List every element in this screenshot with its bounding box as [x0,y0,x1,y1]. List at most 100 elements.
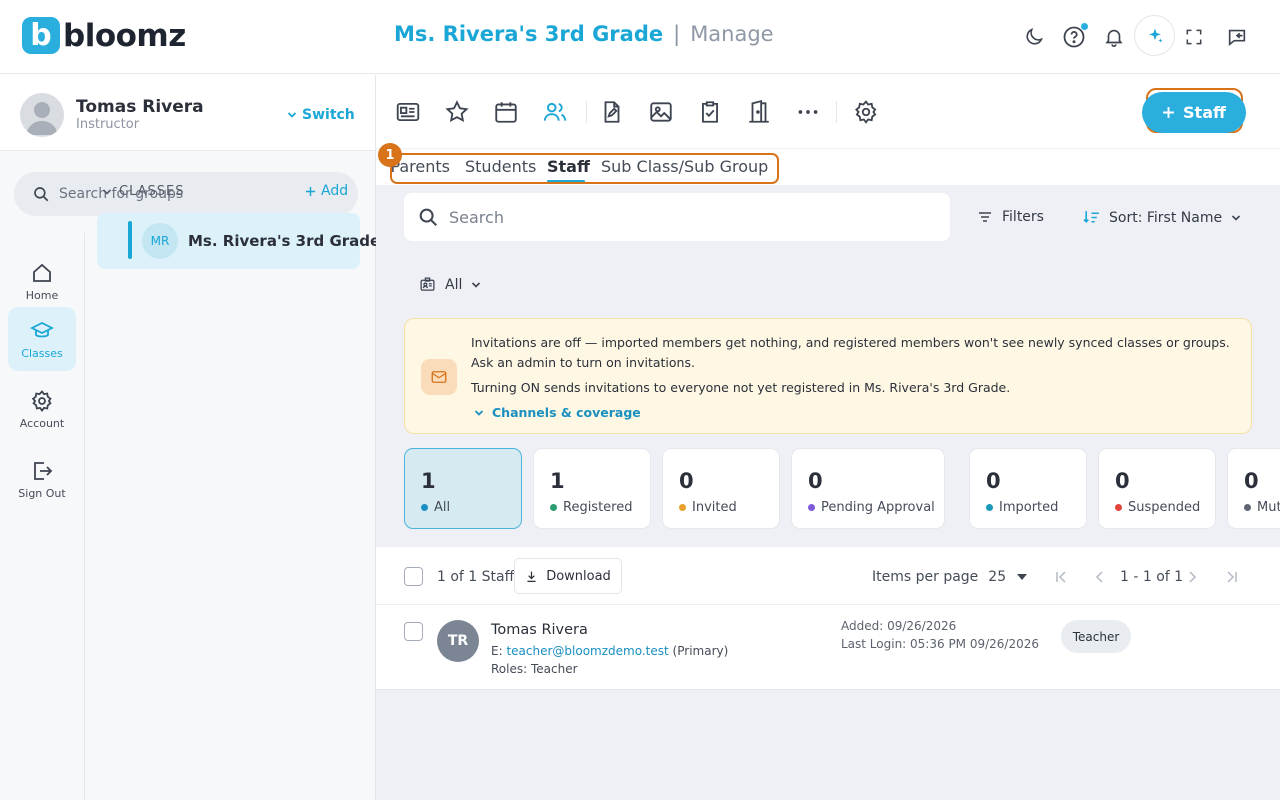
bell-icon[interactable] [1098,21,1130,53]
stat-card-suspended[interactable]: 0 Suspended [1098,448,1216,529]
stat-label-text: Pending Approval [821,500,935,515]
help-icon[interactable] [1058,21,1090,53]
next-page-icon[interactable] [1181,566,1203,588]
page-title-section: Manage [690,22,774,46]
member-name[interactable]: Tomas Rivera [491,622,588,638]
main-nav: Home Classes Account Sign Out [0,233,85,800]
switch-account-button[interactable]: Switch [287,107,355,123]
members-icon[interactable] [540,97,570,127]
class-item[interactable]: MR Ms. Rivera's 3rd Grade [97,213,380,269]
role-chip: Teacher [1061,620,1131,653]
status-dot [421,504,428,511]
filters-label: Filters [1002,209,1044,225]
select-all-checkbox[interactable] [404,567,423,586]
role-filter-dropdown[interactable]: All [419,276,481,293]
stat-label-text: Registered [563,500,633,515]
profile-card-icon[interactable] [393,97,423,127]
status-dot [1115,504,1122,511]
add-class-button[interactable]: Add [305,183,348,199]
download-button[interactable]: Download [514,558,622,594]
sparkle-icon [1148,28,1162,43]
stat-card-pending-approval[interactable]: 0 Pending Approval [791,448,945,529]
nav-label-classes: Classes [21,346,63,360]
last-page-icon[interactable] [1221,566,1243,588]
download-label: Download [546,568,611,584]
stat-card-invited[interactable]: 0 Invited [662,448,780,529]
add-staff-label: Staff [1183,103,1226,122]
nav-label-home: Home [25,288,59,302]
sort-dropdown[interactable]: Sort: First Name [1083,209,1241,226]
previous-page-icon[interactable] [1089,566,1111,588]
bloomz-logo[interactable]: b bloomz [22,17,186,54]
member-email-link[interactable]: teacher@bloomzdemo.test [506,644,668,658]
stat-label-text: Imported [999,500,1059,515]
settings-gear-icon[interactable] [851,97,881,127]
door-icon[interactable] [744,97,774,127]
ai-assistant-button[interactable] [1134,15,1175,56]
stat-card-imported[interactable]: 0 Imported [969,448,1087,529]
stat-count: 0 [808,469,823,493]
nav-item-classes[interactable]: Classes [8,307,76,371]
nav-item-sign-out[interactable]: Sign Out [8,447,76,511]
annotation-step-badge: 1 [378,143,402,167]
role-filter-value: All [445,276,463,293]
class-avatar: MR [142,223,178,259]
nav-item-home[interactable]: Home [8,249,76,313]
status-dot [550,504,557,511]
email-suffix: (Primary) [672,644,729,658]
classes-section-header[interactable]: CLASSES [102,184,184,199]
add-class-label: Add [321,183,349,199]
notice-line-2: Ask an admin to turn on invitations. [471,355,695,370]
stat-label: All [421,500,450,515]
dark-mode-icon[interactable] [1018,21,1050,53]
stat-label-text: Mut [1257,500,1280,515]
calendar-icon[interactable] [491,97,521,127]
stat-label-text: All [434,500,451,515]
items-per-page: Items per page 25 [872,569,1028,585]
member-search-input[interactable]: Search [404,193,950,241]
stat-card-registered[interactable]: 1 Registered [533,448,651,529]
row-checkbox[interactable] [404,622,423,641]
help-notification-dot [1080,22,1089,31]
page-title: Ms. Rivera's 3rd Grade | Manage [394,22,774,46]
edit-document-icon[interactable] [597,97,627,127]
items-per-page-select[interactable]: 25 [988,569,1028,585]
notice-line-3: Turning ON sends invitations to everyone… [471,380,1011,395]
feedback-icon[interactable] [1221,21,1253,53]
more-icon[interactable] [793,97,823,127]
page-range: 1 - 1 of 1 [1120,569,1184,585]
fullscreen-icon[interactable] [1178,21,1210,53]
class-active-indicator [128,221,132,259]
stat-card-muted[interactable]: 0 Mut [1227,448,1280,529]
nav-label-account: Account [19,416,65,430]
stat-label: Mut [1244,500,1280,515]
photo-icon[interactable] [646,97,676,127]
download-icon [527,571,536,582]
add-staff-button[interactable]: Staff [1142,92,1246,133]
stat-card-all[interactable]: 1 All [404,448,522,529]
channels-coverage-toggle[interactable]: Channels & coverage [474,405,641,420]
stat-count: 1 [421,469,436,493]
status-dot [808,504,815,511]
filter-lines-icon [979,212,991,222]
page-title-separator: | [673,22,681,46]
caret-down-icon [1017,574,1028,580]
items-per-page-label: Items per page [872,569,979,585]
first-page-icon[interactable] [1050,566,1072,588]
stat-label-text: Suspended [1128,500,1201,515]
sort-label: Sort: First Name [1109,209,1223,226]
switch-label: Switch [302,107,355,123]
email-prefix: E: [491,644,503,658]
star-icon[interactable] [442,97,472,127]
chevron-down-icon [474,409,484,416]
annotation-highlight-tabs [390,153,779,184]
member-added-date: Added: 09/26/2026 [841,619,957,633]
nav-item-account[interactable]: Account [8,377,76,441]
filters-button[interactable]: Filters [977,209,1044,225]
checklist-icon[interactable] [695,97,725,127]
channels-coverage-label: Channels & coverage [492,405,641,420]
id-badge-icon [420,277,435,291]
avatar: TR [437,620,479,662]
search-icon [34,187,49,202]
stat-count: 0 [679,469,694,493]
